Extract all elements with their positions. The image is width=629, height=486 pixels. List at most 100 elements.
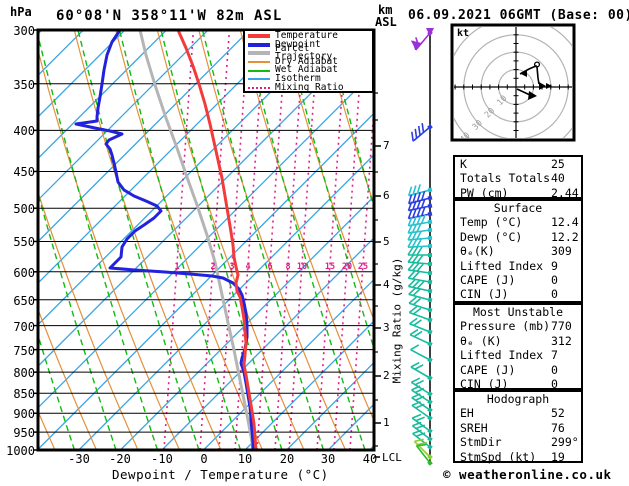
km-tick-label: 7 xyxy=(383,139,390,152)
panel-row-value: 7 xyxy=(551,348,558,363)
mixing-ratio-axis-title: Mixing Ratio (g/kg) xyxy=(390,257,404,384)
stats-box-indices: K 25 Totals Totals 40 PW (cm) 2.44 xyxy=(453,155,583,200)
panel-row-label: CAPE (J) xyxy=(460,362,516,377)
mixing-ratio-label: 10 xyxy=(296,262,308,272)
pressure-tick-label: 800 xyxy=(13,366,35,380)
pressure-tick-label: 400 xyxy=(13,124,35,138)
panel-row-value: 312 xyxy=(551,333,572,348)
panel-row-label: Temp (°C) xyxy=(460,215,523,230)
stats-box-hodograph: Hodograph EH 52 SREH 76 StmDir 299° StmSpd (kt)… xyxy=(453,390,583,464)
panel-row: CIN (J) 0 xyxy=(455,287,581,301)
panel-section-title: Surface xyxy=(493,201,543,215)
pressure-tick-label: 500 xyxy=(13,202,35,216)
panel-row: θₑ (K) 312 xyxy=(455,334,581,348)
panel-row: CAPE (J) 0 xyxy=(455,273,581,287)
pressure-tick-label: 950 xyxy=(13,426,35,440)
panel-section-title: Hodograph xyxy=(486,392,550,406)
dewpoint-swatch-icon xyxy=(248,42,270,47)
pressure-axis-unit: hPa xyxy=(10,5,32,19)
mixing-ratio-label: 1 xyxy=(174,262,180,272)
panel-row-label: CIN (J) xyxy=(460,287,509,302)
legend-item-label: Mixing Ratio xyxy=(275,81,344,93)
pressure-tick-label: 1000 xyxy=(6,444,35,458)
panel-row-label: Lifted Index xyxy=(460,348,544,363)
parcel-trajectory-swatch-icon xyxy=(248,51,270,56)
wind-barb-icon xyxy=(410,377,433,397)
panel-row-value: 309 xyxy=(551,244,572,259)
panel-row-value: 12.4 xyxy=(551,215,579,230)
hodograph-unit-label: kt xyxy=(457,28,470,39)
pressure-tick-label: 350 xyxy=(13,78,35,92)
km-tick-label: 6 xyxy=(383,189,390,202)
page-title: 60°08'N 358°11'W 82m ASL xyxy=(56,8,283,24)
panel-row-value: 770 xyxy=(551,319,572,334)
pressure-tick-label: 850 xyxy=(13,387,35,401)
pressure-tick-label: 900 xyxy=(13,407,35,421)
panel-row-value: 9 xyxy=(551,258,558,273)
panel-row-label: θₑ(K) xyxy=(460,244,495,259)
skewt-sounding-page: 10 20 30 40 hPa 60°08'N 358°11'W 82m ASL km… xyxy=(0,0,629,486)
stats-box-most-unstable: Most Unstable Pressure (mb) 770 θₑ (K) 312 Li… xyxy=(453,303,583,391)
panel-row: Pressure (mb) 770 xyxy=(455,319,581,333)
wind-barb-icon xyxy=(410,344,433,363)
curve-temperature xyxy=(176,30,258,450)
panel-row-label: Dewp (°C) xyxy=(460,229,523,244)
altitude-axis-unit-asl: ASL xyxy=(375,15,397,29)
panel-row-label: SREH xyxy=(460,420,488,435)
panel-row-label: StmSpd (kt) xyxy=(460,449,537,464)
mixing-ratio-label: 25 xyxy=(357,262,369,272)
dry-adiabat-swatch-icon xyxy=(248,61,270,64)
curve-parcel-trajectory xyxy=(138,30,255,450)
panel-row: K 25 xyxy=(455,157,581,171)
panel-row-value: 19 xyxy=(551,449,565,464)
panel-section-title: Most Unstable xyxy=(472,305,563,319)
mixing-ratio-label: 2 xyxy=(210,262,216,272)
pressure-tick-label: 300 xyxy=(13,24,35,38)
panel-row: Lifted Index 7 xyxy=(455,348,581,362)
wind-barb-icon xyxy=(409,328,433,347)
temp-tick-label: 40 xyxy=(362,452,378,466)
panel-row: Lifted Index 9 xyxy=(455,259,581,273)
mixing-ratio-label: 4 xyxy=(245,262,251,272)
panel-row-label: PW (cm) xyxy=(460,185,509,200)
panel-row: StmSpd (kt) 19 xyxy=(455,450,581,464)
pressure-tick-label: 650 xyxy=(13,294,35,308)
temp-tick-label: 10 xyxy=(237,452,253,466)
isotherm-swatch-icon xyxy=(248,78,270,81)
panel-row-label: StmDir xyxy=(460,435,502,450)
temperature-swatch-icon xyxy=(248,34,270,39)
panel-row: StmDir 299° xyxy=(455,435,581,449)
pressure-tick-label: 700 xyxy=(13,320,35,334)
temp-tick-label: 30 xyxy=(320,452,336,466)
mixing-ratio-label: 8 xyxy=(285,262,291,272)
temp-tick-label: -20 xyxy=(109,452,131,466)
pressure-tick-label: 600 xyxy=(13,266,35,280)
pressure-tick-label: 750 xyxy=(13,344,35,358)
panel-row-value: 25 xyxy=(551,157,565,171)
temp-tick-label: -10 xyxy=(151,452,173,466)
lcl-label: LCL xyxy=(382,451,402,464)
temp-tick-label: 0 xyxy=(200,452,208,466)
panel-row-value: 12.2 xyxy=(551,229,579,244)
panel-row-label: Lifted Index xyxy=(460,258,544,273)
panel-row: CAPE (J) 0 xyxy=(455,363,581,377)
wind-barb-icon xyxy=(407,246,432,257)
stats-box-surface: Surface Temp (°C) 12.4 Dewp (°C) 12.2 θₑ(K) 30… xyxy=(453,199,583,303)
panel-row-value: 0 xyxy=(551,287,558,302)
panel-row-label: Pressure (mb) xyxy=(460,319,551,334)
km-tick-label: 5 xyxy=(383,235,390,248)
wind-barb-icon xyxy=(411,413,433,434)
mixing-ratio-label: 20 xyxy=(341,262,353,272)
panel-row-value: 299° xyxy=(551,435,579,450)
km-tick-label: 2 xyxy=(383,369,390,382)
mixing-ratio-label: 3 xyxy=(229,262,235,272)
panel-row-value: 40 xyxy=(551,171,565,186)
panel-row: SREH 76 xyxy=(455,421,581,435)
panel-row-label: CAPE (J) xyxy=(460,272,516,287)
pressure-tick-label: 550 xyxy=(13,235,35,249)
mixing-ratio-swatch-icon xyxy=(248,86,270,89)
legend: Temperature Dewpoint Parcel Trajectory Dry … xyxy=(243,29,374,93)
panel-row-label: CIN (J) xyxy=(460,376,509,391)
panel-row-value: 52 xyxy=(551,406,565,421)
wet-adiabat-swatch-icon xyxy=(248,69,270,72)
